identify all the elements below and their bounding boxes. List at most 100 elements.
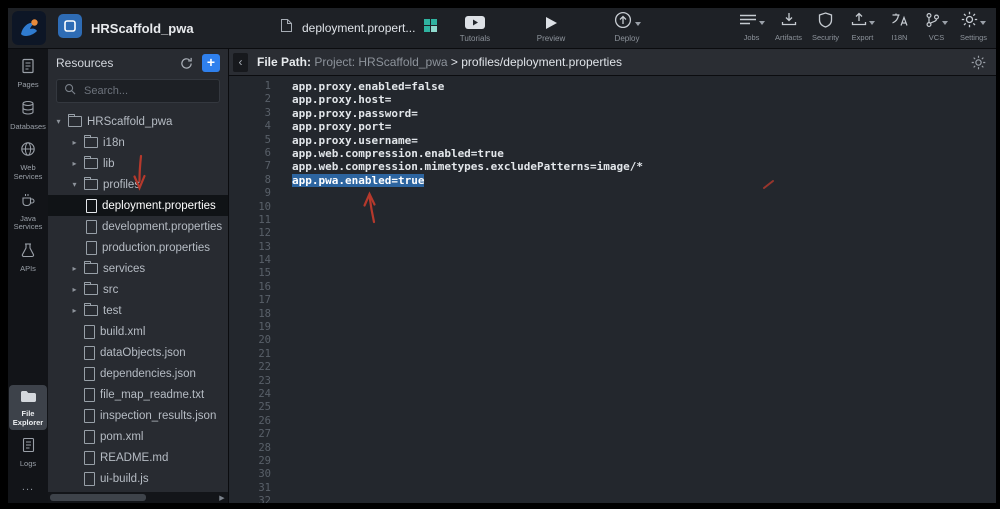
rail-item-file-explorer[interactable]: File Explorer <box>9 385 47 430</box>
folder-icon <box>84 284 98 295</box>
tree-file-file_map_readme.txt[interactable]: file_map_readme.txt <box>48 384 228 405</box>
caret-down-icon[interactable]: ▾ <box>54 117 63 126</box>
code-line[interactable] <box>292 442 996 455</box>
code-content[interactable]: app.proxy.enabled=falseapp.proxy.host=ap… <box>282 76 996 503</box>
code-line[interactable] <box>292 214 996 227</box>
tree-folder-services[interactable]: ▸services <box>48 258 228 279</box>
deploy-caret-icon <box>635 22 641 26</box>
code-line[interactable] <box>292 241 996 254</box>
code-line[interactable] <box>292 495 996 503</box>
breadcrumb: File Path: Project: HRScaffold_pwa > pro… <box>257 55 622 69</box>
file-icon <box>84 325 95 339</box>
tree-file-development.properties[interactable]: development.properties <box>48 216 228 237</box>
code-line[interactable] <box>292 201 996 214</box>
tree-file-build.xml[interactable]: build.xml <box>48 321 228 342</box>
code-line[interactable] <box>292 388 996 401</box>
code-line[interactable]: app.pwa.enabled=true <box>292 174 996 187</box>
code-line[interactable]: app.proxy.port= <box>292 120 996 133</box>
rail-item-pages[interactable]: Pages <box>9 54 47 93</box>
rail-item-java-services[interactable]: Java Services <box>9 188 47 235</box>
coffee-cup-icon <box>20 192 36 213</box>
code-line[interactable]: app.proxy.host= <box>292 93 996 106</box>
file-tab[interactable]: deployment.propert... <box>280 8 437 48</box>
tree-folder-HRScaffold_pwa[interactable]: ▾HRScaffold_pwa <box>48 111 228 132</box>
scroll-right-arrow-icon[interactable]: ▶ <box>216 492 228 503</box>
code-line[interactable] <box>292 254 996 267</box>
tree-folder-lib[interactable]: ▸lib <box>48 153 228 174</box>
tree-file-README.md[interactable]: README.md <box>48 447 228 468</box>
code-line[interactable] <box>292 308 996 321</box>
code-line[interactable] <box>292 281 996 294</box>
caret-right-icon[interactable]: ▸ <box>70 285 79 294</box>
tree-file-pom.xml[interactable]: pom.xml <box>48 426 228 447</box>
code-line[interactable] <box>292 415 996 428</box>
caret-right-icon[interactable]: ▸ <box>70 264 79 273</box>
deploy-button[interactable]: Deploy <box>592 10 662 43</box>
collapse-panel-button[interactable]: ‹ <box>233 53 248 72</box>
code-line[interactable] <box>292 455 996 468</box>
tree-file-ui-build.js[interactable]: ui-build.js <box>48 468 228 489</box>
tree-item-label: production.properties <box>102 242 210 254</box>
jobs-button[interactable]: Jobs <box>735 10 768 42</box>
tree-file-dependencies.json[interactable]: dependencies.json <box>48 363 228 384</box>
code-line[interactable]: app.web.compression.mimetypes.excludePat… <box>292 160 996 173</box>
add-resource-button[interactable]: + <box>202 54 220 72</box>
code-line[interactable] <box>292 294 996 307</box>
tree-file-dataObjects.json[interactable]: dataObjects.json <box>48 342 228 363</box>
code-line[interactable]: app.proxy.password= <box>292 107 996 120</box>
tutorials-button[interactable]: Tutorials <box>440 10 510 43</box>
caret-right-icon[interactable]: ▸ <box>70 306 79 315</box>
code-line[interactable] <box>292 468 996 481</box>
rail-item-web-services[interactable]: Web Services <box>9 137 47 184</box>
project-chip[interactable]: HRScaffold_pwa <box>58 8 194 48</box>
caret-right-icon[interactable]: ▸ <box>70 138 79 147</box>
rail-item-apis[interactable]: APIs <box>9 238 47 277</box>
tree-folder-i18n[interactable]: ▸i18n <box>48 132 228 153</box>
code-line[interactable] <box>292 334 996 347</box>
code-line[interactable] <box>292 187 996 200</box>
code-line[interactable] <box>292 348 996 361</box>
refresh-icon[interactable] <box>180 57 193 70</box>
rail-item-logs[interactable]: Logs <box>9 433 47 472</box>
code-line[interactable] <box>292 267 996 280</box>
tree-folder-test[interactable]: ▸test <box>48 300 228 321</box>
line-number: 1 <box>229 80 271 93</box>
code-line[interactable] <box>292 227 996 240</box>
code-line[interactable]: app.proxy.enabled=false <box>292 80 996 93</box>
code-line[interactable]: app.web.compression.enabled=true <box>292 147 996 160</box>
rail-item-databases[interactable]: Databases <box>9 96 47 135</box>
line-number: 6 <box>229 147 271 160</box>
code-line[interactable]: app.proxy.username= <box>292 134 996 147</box>
caret-right-icon[interactable]: ▸ <box>70 159 79 168</box>
i18n-button[interactable]: I18N <box>883 10 916 42</box>
globe-icon <box>20 141 36 162</box>
code-line[interactable] <box>292 375 996 388</box>
code-line[interactable] <box>292 361 996 374</box>
search-input[interactable] <box>82 84 206 98</box>
scrollbar-thumb[interactable] <box>50 494 146 501</box>
tree-folder-profiles[interactable]: ▾profiles <box>48 174 228 195</box>
wavemaker-logo-icon[interactable] <box>12 11 46 45</box>
tree-file-deployment.properties[interactable]: deployment.properties <box>48 195 228 216</box>
rail-more-button[interactable]: ... <box>22 475 34 499</box>
preview-button[interactable]: Preview <box>516 10 586 43</box>
code-line[interactable] <box>292 321 996 334</box>
tree-file-inspection_results.json[interactable]: inspection_results.json <box>48 405 228 426</box>
code-line[interactable] <box>292 401 996 414</box>
tree-file-production.properties[interactable]: production.properties <box>48 237 228 258</box>
editor-settings-gear-icon[interactable] <box>971 55 986 70</box>
code-line[interactable] <box>292 428 996 441</box>
artifacts-download-icon <box>781 12 797 32</box>
tree-folder-src[interactable]: ▸src <box>48 279 228 300</box>
export-button[interactable]: Export <box>846 10 879 42</box>
tree-horizontal-scrollbar[interactable]: ▶ <box>48 492 228 503</box>
code-line[interactable] <box>292 482 996 495</box>
code-editor[interactable]: 1234567891011121314151617181920212223242… <box>229 76 996 503</box>
flask-icon <box>20 242 36 263</box>
artifacts-button[interactable]: Artifacts <box>772 10 805 42</box>
caret-down-icon[interactable]: ▾ <box>70 180 79 189</box>
settings-button[interactable]: Settings <box>957 10 990 42</box>
dashboard-grid-icon[interactable] <box>424 19 437 37</box>
vcs-button[interactable]: VCS <box>920 10 953 42</box>
security-button[interactable]: Security <box>809 10 842 42</box>
